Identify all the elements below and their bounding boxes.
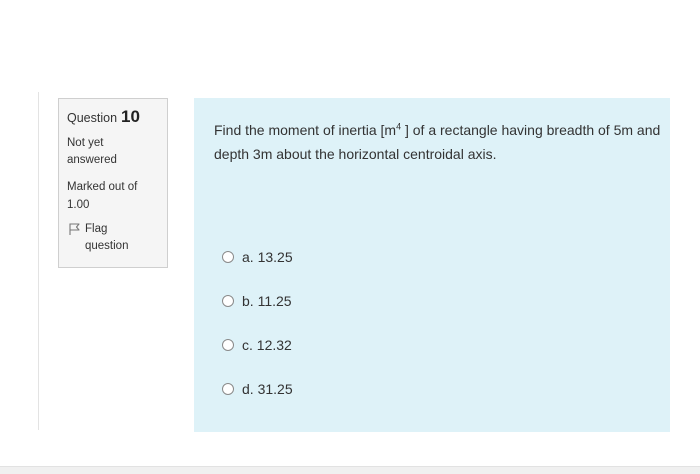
question-number: 10 bbox=[121, 107, 140, 126]
flag-label-line-1[interactable]: Flag bbox=[85, 221, 128, 238]
answer-c-radio[interactable] bbox=[222, 339, 234, 351]
grade-line-1: Marked out of bbox=[67, 181, 138, 193]
answer-a-label[interactable]: a. 13.25 bbox=[242, 249, 293, 265]
question-info-panel: Question 10 Not yet answered Marked out … bbox=[58, 98, 168, 268]
question-state: Not yet answered bbox=[67, 135, 159, 169]
flag-label[interactable]: Flag question bbox=[85, 221, 128, 255]
question-grade: Marked out of 1.00 bbox=[67, 178, 159, 214]
flag-label-line-2[interactable]: question bbox=[85, 238, 128, 255]
question-content-panel: Find the moment of inertia [m4 ] of a re… bbox=[194, 98, 670, 432]
answer-option-b[interactable]: b. 11.25 bbox=[222, 290, 293, 312]
answer-option-d[interactable]: d. 31.25 bbox=[222, 378, 293, 400]
question-text: Find the moment of inertia [m4 ] of a re… bbox=[214, 118, 664, 166]
answer-b-radio[interactable] bbox=[222, 295, 234, 307]
grade-line-2: 1.00 bbox=[67, 199, 90, 211]
flag-icon[interactable] bbox=[67, 222, 81, 236]
flag-question-link[interactable]: Flag question bbox=[67, 221, 159, 255]
answer-a-radio[interactable] bbox=[222, 251, 234, 263]
answer-options: a. 13.25 b. 11.25 c. 12.32 d. 31.25 bbox=[222, 246, 293, 422]
state-line-1: Not yet bbox=[67, 137, 104, 149]
answer-d-radio[interactable] bbox=[222, 383, 234, 395]
answer-option-c[interactable]: c. 12.32 bbox=[222, 334, 293, 356]
question-heading: Question 10 bbox=[67, 107, 159, 127]
answer-d-label[interactable]: d. 31.25 bbox=[242, 381, 293, 397]
question-text-start: Find the moment of inertia [m bbox=[214, 122, 397, 138]
page-left-divider bbox=[38, 92, 39, 430]
answer-c-label[interactable]: c. 12.32 bbox=[242, 337, 292, 353]
question-word: Question bbox=[67, 111, 118, 125]
state-line-2: answered bbox=[67, 154, 117, 166]
answer-option-a[interactable]: a. 13.25 bbox=[222, 246, 293, 268]
answer-b-label[interactable]: b. 11.25 bbox=[242, 293, 292, 309]
